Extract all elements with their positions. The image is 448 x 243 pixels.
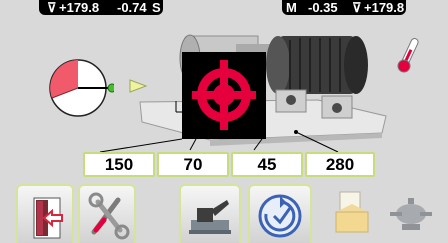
report-button[interactable]: [330, 184, 374, 243]
target-icon[interactable]: [182, 52, 266, 139]
exit-door-icon: [33, 197, 63, 239]
measurement-value-4[interactable]: 280: [305, 152, 375, 177]
right-angle-value: +179.8: [364, 0, 405, 15]
angle-glyph: ⊽: [352, 0, 362, 15]
exit-button[interactable]: [16, 184, 74, 243]
status-right: M -0.35 ⊽ +179.8: [282, 0, 406, 15]
rotation-button[interactable]: [248, 184, 312, 243]
status-left: ⊽ +179.8 -0.74 S: [39, 0, 163, 15]
machine-setup-button[interactable]: [179, 184, 241, 243]
machine-generic-icon: [390, 198, 432, 230]
right-mode: M: [286, 0, 297, 15]
rotation-icon: [258, 194, 302, 238]
tools-button[interactable]: [78, 184, 136, 243]
right-offset-value: -0.35: [308, 0, 338, 15]
angle-glyph: ⊽: [47, 0, 57, 15]
left-offset-value: -0.74: [117, 0, 147, 15]
left-angle-value: +179.8: [59, 0, 100, 15]
app-screen: ⊽ +179.8 -0.74 S M -0.35 ⊽ +179.8 150 70: [0, 0, 448, 243]
thermometer-icon[interactable]: [395, 35, 421, 75]
measurement-value-3[interactable]: 45: [231, 152, 303, 177]
tools-icon: [88, 192, 130, 240]
measurement-value-2[interactable]: 70: [157, 152, 229, 177]
report-icon: [335, 191, 369, 233]
angle-gauge-icon: [49, 59, 114, 117]
machine-setup-icon: [189, 200, 231, 234]
measurement-value-1[interactable]: 150: [83, 152, 155, 177]
machine-generic-button[interactable]: [382, 184, 440, 243]
left-mode: S: [152, 0, 161, 15]
